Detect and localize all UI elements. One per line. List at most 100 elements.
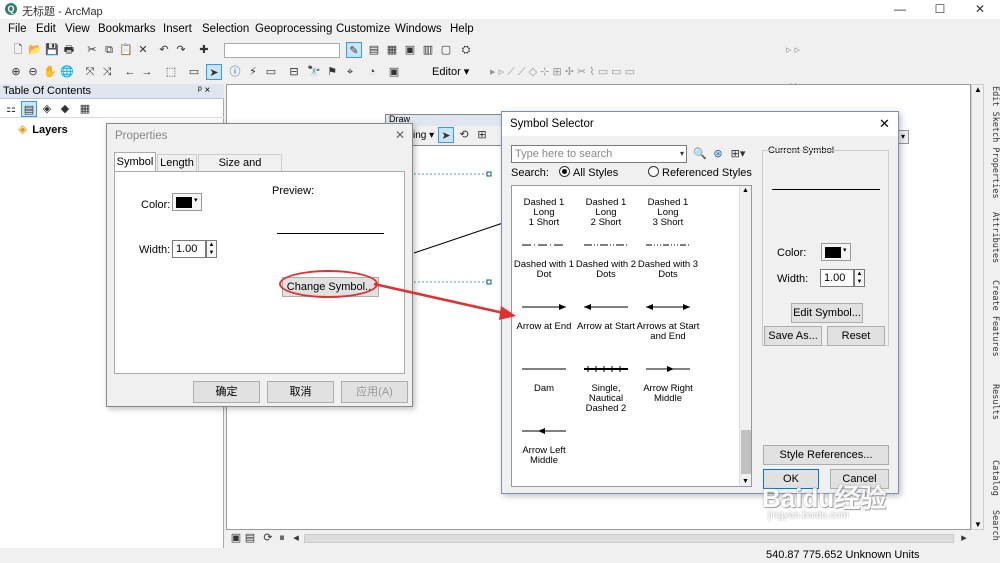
find-icon[interactable]: 🔭 bbox=[306, 64, 322, 80]
toc-options-icon[interactable]: ▦ bbox=[77, 101, 93, 117]
style-references-button[interactable]: Style References... bbox=[763, 445, 889, 465]
zoom-to-elements-icon[interactable]: ⊞ bbox=[474, 127, 490, 143]
reset-button[interactable]: Reset bbox=[827, 326, 885, 346]
rotate-icon[interactable]: ⟲ bbox=[456, 127, 472, 143]
ok-button[interactable]: 确定 bbox=[193, 381, 260, 403]
viewer-icon[interactable]: ▣ bbox=[386, 64, 402, 80]
zoom-out-icon[interactable]: ⊖ bbox=[25, 64, 41, 80]
redo-icon[interactable]: ↷ bbox=[173, 42, 189, 58]
save-as-button[interactable]: Save As... bbox=[764, 326, 822, 346]
symbol-item[interactable]: Dashed 1 Long 2 Short bbox=[574, 186, 638, 228]
current-width-input[interactable]: 1.00 bbox=[820, 269, 854, 287]
symbol-item[interactable]: Dashed with 2 Dots bbox=[574, 238, 638, 280]
symbol-item[interactable]: Dam bbox=[512, 362, 576, 394]
menu-file[interactable]: File bbox=[8, 23, 27, 35]
select-features-icon[interactable]: ⬚ bbox=[163, 64, 179, 80]
toc-window-icon[interactable]: ▤ bbox=[366, 42, 382, 58]
arctoolbox-icon[interactable]: ▥ bbox=[420, 42, 436, 58]
symbol-item[interactable]: Dashed 1 Long 1 Short bbox=[512, 186, 576, 228]
full-extent-icon[interactable]: 🌐 bbox=[59, 64, 75, 80]
menu-windows[interactable]: Windows bbox=[395, 23, 442, 35]
menu-view[interactable]: View bbox=[65, 23, 90, 35]
undo-icon[interactable]: ↶ bbox=[156, 42, 172, 58]
symbol-item[interactable]: Dashed with 1 Dot bbox=[512, 238, 576, 280]
html-popup-icon[interactable]: ▭ bbox=[263, 64, 279, 80]
apply-button[interactable]: 应用(A) bbox=[341, 381, 408, 403]
pan-icon[interactable]: ✋ bbox=[42, 64, 58, 80]
dock-tab-edit-sketch[interactable]: Edit Sketch Properties bbox=[986, 86, 1000, 199]
copy-icon[interactable]: ⧉ bbox=[101, 42, 117, 58]
open-icon[interactable]: 📂 bbox=[27, 42, 43, 58]
list-by-selection-icon[interactable]: ◆ bbox=[57, 101, 73, 117]
search-options-icon[interactable]: ⊛ bbox=[710, 146, 726, 162]
map-vertical-scrollbar[interactable]: ▲ ▼ bbox=[971, 84, 984, 530]
cut-icon[interactable]: ✂ bbox=[84, 42, 100, 58]
tab-symbol[interactable]: Symbol bbox=[114, 152, 156, 171]
current-color-picker[interactable]: ▾ bbox=[821, 243, 851, 261]
properties-close-icon[interactable]: ✕ bbox=[395, 128, 405, 142]
identify-icon[interactable]: ⓘ bbox=[227, 64, 243, 80]
dock-tab-results[interactable]: Results bbox=[986, 384, 1000, 420]
dock-tab-attributes[interactable]: Attributes bbox=[986, 212, 1000, 263]
paste-icon[interactable]: 📋 bbox=[118, 42, 134, 58]
clear-selection-icon[interactable]: ▭ bbox=[186, 64, 202, 80]
symbol-item[interactable]: Single, Nautical Dashed 2 bbox=[574, 362, 638, 414]
menu-geoprocessing[interactable]: Geoprocessing bbox=[255, 23, 332, 35]
catalog-window-icon[interactable]: ▦ bbox=[384, 42, 400, 58]
find-route-icon[interactable]: ⚑ bbox=[324, 64, 340, 80]
select-elements-icon[interactable]: ➤ bbox=[206, 64, 222, 80]
symbol-search-input[interactable]: Type here to search ▾ bbox=[511, 145, 687, 163]
menu-insert[interactable]: Insert bbox=[163, 23, 192, 35]
map-horizontal-scrollbar[interactable] bbox=[304, 534, 954, 543]
print-icon[interactable]: 🖶 bbox=[61, 42, 77, 58]
fixed-zoom-in-icon[interactable]: ⤧ bbox=[82, 64, 98, 80]
dock-tab-catalog[interactable]: Catalog bbox=[986, 460, 1000, 496]
symbol-item[interactable]: Arrow Right Middle bbox=[636, 362, 700, 404]
symbol-item[interactable]: Arrow Left Middle bbox=[512, 424, 576, 466]
all-styles-radio[interactable] bbox=[559, 166, 570, 177]
time-slider-icon[interactable]: ◔ bbox=[364, 64, 380, 80]
symbol-item[interactable]: Dashed with 3 Dots bbox=[636, 238, 700, 280]
symbol-gallery[interactable]: Dashed 1 Long 1 Short Dashed 1 Long 2 Sho… bbox=[511, 185, 752, 487]
symbol-item[interactable]: Dashed 1 Long 3 Short bbox=[636, 186, 700, 228]
scroll-left-icon[interactable]: ◂ bbox=[288, 530, 304, 546]
editor-toolbar-icon[interactable]: ✎ bbox=[346, 42, 362, 58]
menu-customize[interactable]: Customize bbox=[336, 23, 390, 35]
editor-menu[interactable]: Editor ▾ bbox=[432, 65, 469, 78]
python-window-icon[interactable]: ▢ bbox=[438, 42, 454, 58]
layers-item[interactable]: ◈ Layers bbox=[18, 122, 68, 136]
symbol-item[interactable]: Arrow at Start bbox=[574, 300, 638, 332]
referenced-styles-radio[interactable] bbox=[648, 166, 659, 177]
add-data-icon[interactable]: ✚ bbox=[196, 42, 212, 58]
tab-size-and-position[interactable]: Size and Position bbox=[198, 154, 282, 185]
view-options-icon[interactable]: ⊞▾ bbox=[730, 146, 746, 162]
search-window-icon[interactable]: ▣ bbox=[402, 42, 418, 58]
list-by-drawing-order-icon[interactable]: ⚏ bbox=[3, 101, 19, 117]
model-builder-icon[interactable]: ⛭ bbox=[458, 42, 474, 58]
dock-tab-create-features[interactable]: Create Features bbox=[986, 280, 1000, 357]
hyperlink-icon[interactable]: ⚡ bbox=[245, 64, 261, 80]
minimize-button[interactable]: — bbox=[880, 0, 920, 19]
scroll-right-icon[interactable]: ▸ bbox=[956, 530, 972, 546]
back-icon[interactable]: ← bbox=[122, 64, 138, 80]
draw-select-icon[interactable]: ➤ bbox=[438, 127, 454, 143]
color-picker[interactable]: ▾ bbox=[172, 193, 202, 211]
menu-bookmarks[interactable]: Bookmarks bbox=[98, 23, 156, 35]
measure-icon[interactable]: ⊟ bbox=[286, 64, 302, 80]
width-spinner[interactable]: ▲ ▼ bbox=[206, 240, 217, 258]
cancel-button[interactable]: 取消 bbox=[267, 381, 334, 403]
layout-view-icon[interactable]: ▤ bbox=[242, 530, 258, 546]
toc-pin-close[interactable]: ᵖ × bbox=[198, 85, 210, 96]
menu-edit[interactable]: Edit bbox=[36, 23, 56, 35]
forward-icon[interactable]: → bbox=[139, 64, 155, 80]
edit-symbol-button[interactable]: Edit Symbol... bbox=[791, 303, 863, 323]
scale-dropdown[interactable] bbox=[224, 43, 340, 58]
new-icon[interactable]: 🗋 bbox=[10, 42, 26, 58]
search-icon[interactable]: 🔍 bbox=[692, 146, 708, 162]
drawing-menu[interactable]: ing ▾ bbox=[413, 130, 434, 141]
dock-tab-search[interactable]: Search bbox=[986, 510, 1000, 541]
gallery-scrollbar[interactable]: ▲ ▼ bbox=[739, 186, 751, 486]
save-icon[interactable]: 💾 bbox=[44, 42, 60, 58]
go-to-xy-icon[interactable]: ⌖ bbox=[342, 64, 358, 80]
list-by-source-icon[interactable]: ▤ bbox=[21, 101, 37, 117]
